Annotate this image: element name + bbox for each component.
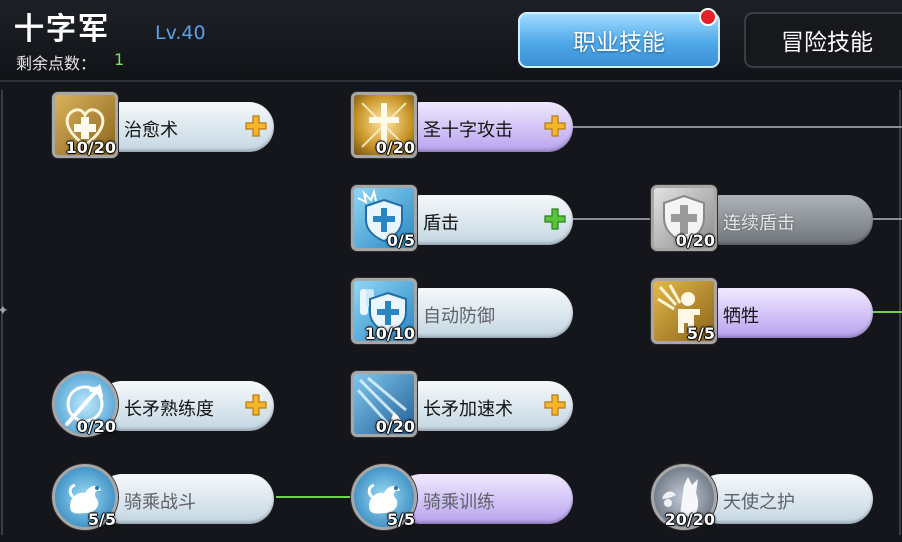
skill-level-count: 5/5 (686, 324, 715, 343)
connector-line (572, 126, 902, 128)
upgrade-plus-icon[interactable] (542, 392, 568, 418)
skill-level-count: 10/20 (65, 138, 116, 157)
notification-badge (699, 8, 717, 26)
skill-name: 长矛熟练度 (124, 399, 214, 420)
skill-level-count: 5/5 (87, 510, 116, 529)
skill-shield-bash[interactable]: 盾击 0/5 (351, 185, 581, 255)
skill-healing[interactable]: 治愈术 10/20 (52, 92, 282, 162)
skill-spear-haste[interactable]: 长矛加速术 0/20 (351, 371, 581, 441)
skill-name: 连续盾击 (723, 213, 795, 234)
skill-name: 长矛加速术 (423, 399, 513, 420)
tab-adventure-skills[interactable]: 冒险技能 (744, 12, 902, 68)
skill-continuous-shield-bash[interactable]: 连续盾击 0/20 (651, 185, 881, 255)
upgrade-plus-icon[interactable] (243, 113, 269, 139)
remaining-points-label: 剩余点数： (16, 54, 97, 73)
skill-level-count: 10/10 (364, 324, 415, 343)
skill-angel-guard[interactable]: 天使之护 20/20 (651, 464, 881, 534)
skill-level-count: 0/5 (386, 231, 415, 250)
connector-line (572, 218, 654, 220)
skill-name: 天使之护 (723, 492, 795, 513)
skill-mount-training[interactable]: 骑乘训练 5/5 (351, 464, 581, 534)
skill-level-count: 20/20 (664, 510, 715, 529)
skill-name: 盾击 (423, 213, 459, 234)
skill-name: 骑乘训练 (423, 492, 495, 513)
class-name: 十字军 (14, 12, 110, 47)
skill-sacrifice[interactable]: 牺牲 5/5 (651, 278, 881, 348)
skill-holy-cross-attack[interactable]: 圣十字攻击 0/20 (351, 92, 581, 162)
upgrade-plus-icon[interactable] (542, 113, 568, 139)
skill-name: 骑乘战斗 (124, 492, 196, 513)
skill-name: 牺牲 (723, 306, 759, 327)
skill-level-count: 5/5 (386, 510, 415, 529)
connector-line-active (276, 496, 356, 498)
skill-auto-guard[interactable]: 自动防御 10/10 (351, 278, 581, 348)
skill-level-count: 0/20 (675, 231, 715, 250)
skill-name: 自动防御 (423, 306, 495, 327)
skill-name: 圣十字攻击 (423, 120, 513, 141)
skill-mounted-combat[interactable]: 骑乘战斗 5/5 (52, 464, 282, 534)
skill-level-count: 0/20 (76, 417, 116, 436)
left-rail-knob: ✦ (0, 303, 9, 319)
skill-name: 治愈术 (124, 120, 178, 141)
upgrade-plus-icon[interactable] (243, 392, 269, 418)
character-level: Lv.40 (155, 22, 206, 44)
skill-level-count: 0/20 (375, 138, 415, 157)
header: 十字军 Lv.40 剩余点数： 1 职业技能 冒险技能 (0, 0, 902, 82)
remaining-points-value: 1 (114, 50, 125, 69)
tab-job-skills[interactable]: 职业技能 (518, 12, 720, 68)
upgrade-plus-icon[interactable] (542, 206, 568, 232)
skill-spear-mastery[interactable]: 长矛熟练度 0/20 (52, 371, 282, 441)
skill-level-count: 0/20 (375, 417, 415, 436)
